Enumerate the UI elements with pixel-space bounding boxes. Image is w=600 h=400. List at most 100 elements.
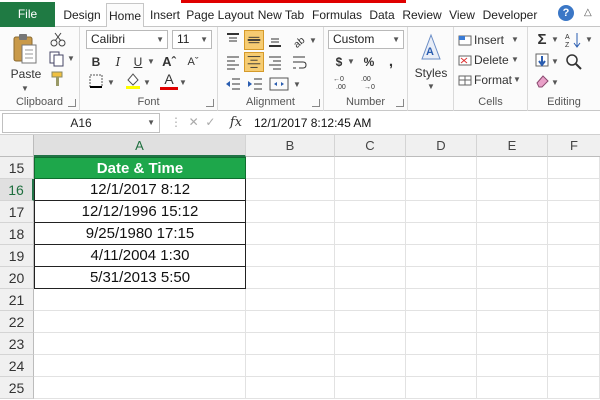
cell-c17[interactable] [335, 201, 406, 223]
tab-insert[interactable]: Insert [147, 3, 183, 27]
cell-c24[interactable] [335, 355, 406, 377]
fill-color-dropdown-icon[interactable]: ▼ [142, 73, 152, 93]
delete-button[interactable]: Delete [474, 50, 509, 70]
tab-review[interactable]: Review [400, 3, 444, 27]
cell-a23[interactable] [34, 333, 246, 355]
cell-d24[interactable] [406, 355, 477, 377]
help-icon[interactable]: ? [558, 5, 574, 21]
row-header-21[interactable]: 21 [0, 289, 34, 311]
copy-icon[interactable] [48, 51, 68, 67]
cell-c18[interactable] [335, 223, 406, 245]
orientation-icon[interactable]: ab [290, 31, 308, 49]
cell-d23[interactable] [406, 333, 477, 355]
cell-b19[interactable] [246, 245, 335, 267]
column-header-e[interactable]: E [477, 135, 548, 157]
cell-b20[interactable] [246, 267, 335, 289]
grow-font-icon[interactable]: Aˆ [160, 52, 178, 72]
shrink-font-icon[interactable]: Aˇ [184, 52, 202, 72]
row-header-17[interactable]: 17 [0, 201, 34, 223]
cell-b23[interactable] [246, 333, 335, 355]
clear-icon[interactable] [534, 73, 550, 89]
column-header-d[interactable]: D [406, 135, 477, 157]
styles-icon[interactable]: A [418, 33, 444, 61]
number-launcher-icon[interactable] [396, 99, 404, 107]
date-time-cell[interactable]: 5/31/2013 5:50 [34, 267, 246, 289]
styles-dropdown-icon[interactable]: ▼ [424, 77, 438, 97]
borders-icon[interactable] [88, 73, 104, 89]
sort-filter-icon[interactable]: AZ [564, 31, 584, 49]
paste-icon[interactable] [12, 33, 38, 65]
cell-e18[interactable] [477, 223, 548, 245]
cell-b24[interactable] [246, 355, 335, 377]
cell-f17[interactable] [548, 201, 600, 223]
autosum-icon[interactable]: Σ [534, 30, 550, 50]
cell-b15[interactable] [246, 157, 335, 179]
align-left-icon[interactable] [224, 53, 242, 71]
font-color-dropdown-icon[interactable]: ▼ [178, 73, 188, 93]
currency-dropdown-icon[interactable]: ▼ [346, 52, 356, 72]
tab-view[interactable]: View [446, 3, 478, 27]
insert-function-icon[interactable]: fx [226, 113, 246, 133]
cell-b18[interactable] [246, 223, 335, 245]
cell-f19[interactable] [548, 245, 600, 267]
clipboard-launcher-icon[interactable] [68, 99, 76, 107]
align-center-icon[interactable] [244, 52, 264, 72]
comma-button[interactable]: , [384, 52, 398, 72]
tab-design[interactable]: Design [60, 3, 104, 27]
tab-formulas[interactable]: Formulas [309, 3, 365, 27]
cell-d25[interactable] [406, 377, 477, 399]
cell-a25[interactable] [34, 377, 246, 399]
date-time-cell[interactable]: 12/1/2017 8:12 [34, 179, 246, 201]
orientation-dropdown-icon[interactable]: ▼ [308, 31, 318, 51]
cell-c20[interactable] [335, 267, 406, 289]
cell-f15[interactable] [548, 157, 600, 179]
row-header-25[interactable]: 25 [0, 377, 34, 399]
insert-button[interactable]: Insert [474, 30, 508, 50]
cell-c15[interactable] [335, 157, 406, 179]
cell-e24[interactable] [477, 355, 548, 377]
cell-b22[interactable] [246, 311, 335, 333]
cell-c22[interactable] [335, 311, 406, 333]
cell-d22[interactable] [406, 311, 477, 333]
italic-button[interactable]: I [110, 52, 126, 72]
select-all-corner[interactable] [0, 135, 34, 157]
format-cells-icon[interactable] [458, 73, 472, 87]
delete-dropdown-icon[interactable]: ▼ [510, 50, 520, 70]
font-size-dropdown[interactable]: 11 ▼ [172, 30, 212, 49]
underline-button[interactable]: U [130, 52, 146, 72]
row-header-18[interactable]: 18 [0, 223, 34, 245]
cell-d16[interactable] [406, 179, 477, 201]
date-time-header-cell[interactable]: Date & Time [34, 157, 246, 179]
row-header-15[interactable]: 15 [0, 157, 34, 179]
bottom-align-icon[interactable] [266, 31, 284, 49]
format-button[interactable]: Format [474, 70, 512, 90]
bold-button[interactable]: B [88, 52, 104, 72]
cell-d15[interactable] [406, 157, 477, 179]
cell-f20[interactable] [548, 267, 600, 289]
cut-icon[interactable] [50, 31, 66, 47]
clear-dropdown-icon[interactable]: ▼ [550, 73, 560, 93]
cell-e20[interactable] [477, 267, 548, 289]
cell-a24[interactable] [34, 355, 246, 377]
cell-d21[interactable] [406, 289, 477, 311]
merge-dropdown-icon[interactable]: ▼ [292, 75, 302, 95]
cell-c16[interactable] [335, 179, 406, 201]
currency-button[interactable]: $ [332, 52, 346, 72]
cell-d19[interactable] [406, 245, 477, 267]
cell-c21[interactable] [335, 289, 406, 311]
decrease-indent-icon[interactable] [224, 75, 242, 93]
row-header-23[interactable]: 23 [0, 333, 34, 355]
alignment-launcher-icon[interactable] [312, 99, 320, 107]
cell-e22[interactable] [477, 311, 548, 333]
date-time-cell[interactable]: 9/25/1980 17:15 [34, 223, 246, 245]
tab-home[interactable]: Home [106, 3, 144, 28]
formula-input[interactable]: 12/1/2017 8:12:45 AM [250, 113, 598, 133]
row-header-16[interactable]: 16 [0, 179, 34, 201]
cell-b21[interactable] [246, 289, 335, 311]
cell-f24[interactable] [548, 355, 600, 377]
name-box-arrow-icon[interactable]: ▼ [147, 114, 155, 132]
row-header-19[interactable]: 19 [0, 245, 34, 267]
cell-e23[interactable] [477, 333, 548, 355]
percent-button[interactable]: % [362, 52, 376, 72]
increase-indent-icon[interactable] [246, 75, 264, 93]
